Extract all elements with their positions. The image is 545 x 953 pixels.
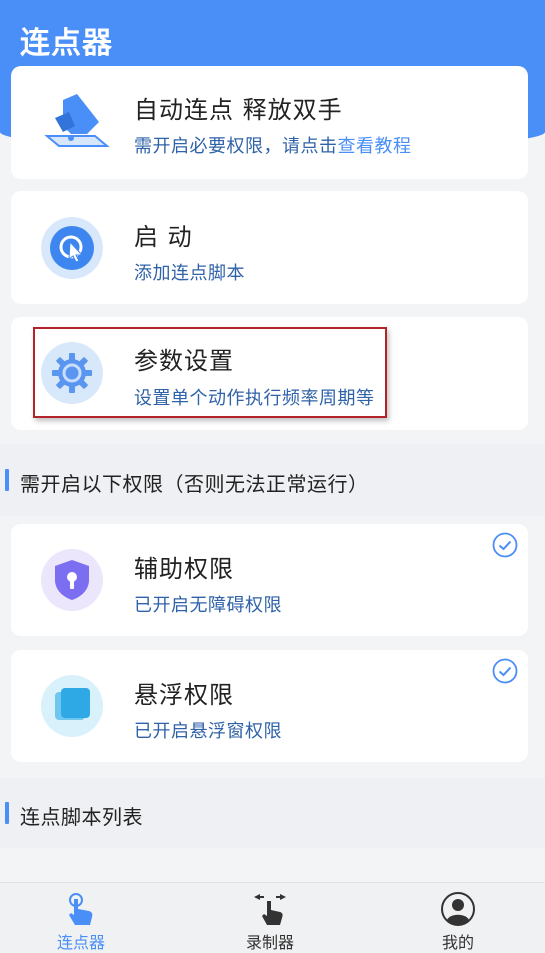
- nav-item-profile[interactable]: 我的: [403, 883, 513, 953]
- auto-click-card[interactable]: 自动连点 释放双手 需开启必要权限，请点击查看教程: [11, 66, 528, 179]
- nav-label-clicker: 连点器: [56, 933, 105, 952]
- start-icon-bg: [41, 217, 103, 279]
- app-title: 连点器: [20, 26, 113, 61]
- accessibility-icon-bg: [41, 549, 103, 611]
- params-highlight-box: [33, 327, 387, 418]
- bottom-nav: 连点器 录制器 我的: [0, 882, 545, 953]
- floating-icon-bg: [41, 675, 103, 737]
- floating-subtitle: 已开启悬浮窗权限: [134, 721, 282, 742]
- start-subtitle: 添加连点脚本: [134, 263, 245, 284]
- nav-item-clicker[interactable]: 连点器: [26, 883, 136, 953]
- check-circle-icon: [492, 532, 518, 558]
- auto-click-hand-icon: [44, 94, 110, 147]
- nav-item-recorder[interactable]: 录制器: [215, 883, 325, 953]
- check-circle-icon: [492, 658, 518, 684]
- floating-window-icon: [55, 688, 90, 720]
- section-accent-bar: [5, 802, 9, 824]
- floating-permission-card[interactable]: 悬浮权限 已开启悬浮窗权限: [11, 650, 528, 762]
- script-list-title: 连点脚本列表: [20, 805, 143, 829]
- auto-click-subtitle: 需开启必要权限，请点击查看教程: [134, 132, 412, 158]
- nav-label-recorder: 录制器: [245, 933, 294, 952]
- tap-hand-icon: [69, 893, 93, 925]
- profile-icon: [441, 892, 475, 926]
- permissions-section-title: 需开启以下权限（否则无法正常运行）: [20, 472, 369, 496]
- auto-click-subtitle-text: 需开启必要权限，请点击: [134, 136, 338, 157]
- accessibility-title: 辅助权限: [134, 555, 234, 583]
- section-accent-bar: [5, 469, 9, 491]
- record-gesture-icon: [254, 894, 286, 925]
- cursor-click-icon: [50, 226, 94, 270]
- accessibility-permission-card[interactable]: 辅助权限 已开启无障碍权限: [11, 524, 528, 636]
- start-card[interactable]: 启 动 添加连点脚本: [11, 191, 528, 304]
- permissions-section-header: 需开启以下权限（否则无法正常运行）: [0, 444, 545, 516]
- start-title: 启 动: [134, 223, 193, 251]
- accessibility-subtitle: 已开启无障碍权限: [134, 595, 282, 616]
- tutorial-link[interactable]: 查看教程: [338, 136, 412, 157]
- nav-label-profile: 我的: [441, 933, 474, 952]
- floating-title: 悬浮权限: [134, 681, 234, 709]
- auto-click-title: 自动连点 释放双手: [134, 96, 343, 124]
- shield-lock-icon: [55, 560, 89, 600]
- script-list-section-header: 连点脚本列表: [0, 778, 545, 848]
